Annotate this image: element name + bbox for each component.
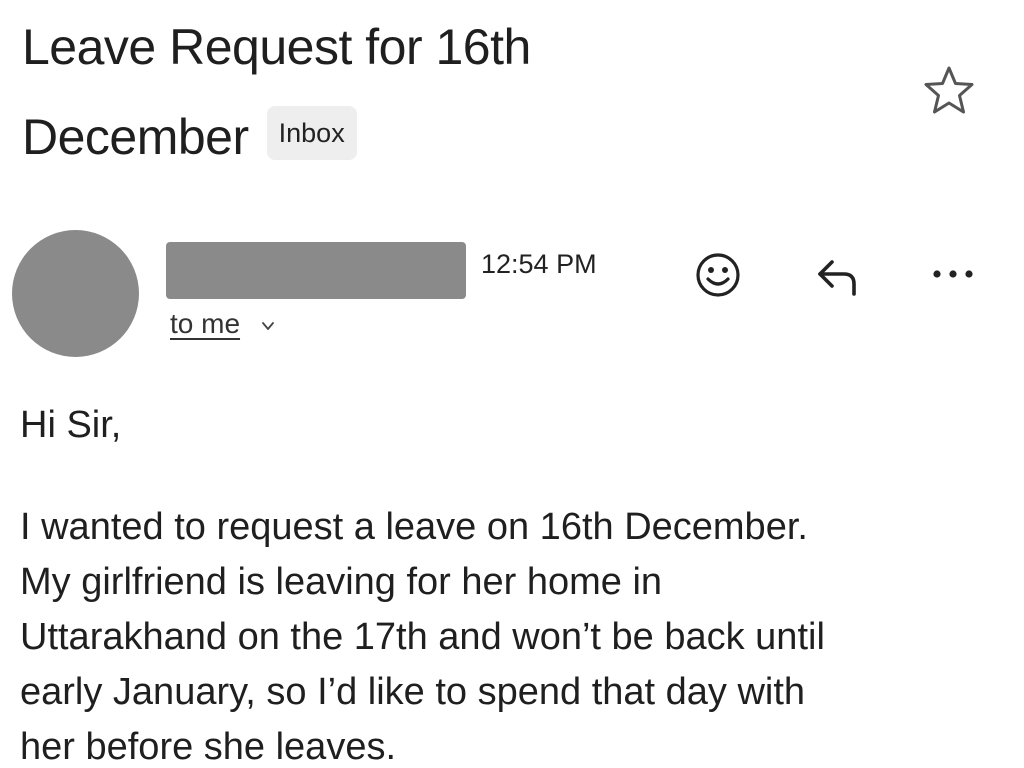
recipient-details-toggle[interactable]: to me [170,308,276,340]
body-line: Uttarakhand on the 17th and won’t be bac… [20,616,825,658]
email-body: I wanted to request a leave on 16th Dece… [20,500,1010,768]
inbox-label-badge[interactable]: Inbox [266,105,357,160]
smiley-face-icon[interactable] [694,251,742,299]
body-line: her before she leaves. [20,726,397,768]
recipient-label: to me [170,308,241,339]
email-time: 12:54 PM [481,249,597,279]
more-horizontal-icon[interactable] [928,262,978,286]
chevron-down-icon [262,321,274,330]
email-view: Leave Request for 16th December Inbox 12:… [0,0,1024,768]
sender-avatar[interactable] [12,230,139,357]
sender-name-redacted [166,242,466,299]
email-greeting: Hi Sir, [20,404,122,446]
body-line: early January, so I’d like to spend that… [20,671,806,713]
email-subject: Leave Request for 16th December Inbox [22,0,902,180]
reply-arrow-icon[interactable] [812,254,864,298]
body-line: I wanted to request a leave on 16th Dece… [20,506,808,548]
body-line: My girlfriend is leaving for her home in [20,561,663,603]
subject-line-1: Leave Request for 16th [22,18,531,75]
subject-line-2: December [22,108,249,165]
star-icon[interactable] [922,64,976,118]
